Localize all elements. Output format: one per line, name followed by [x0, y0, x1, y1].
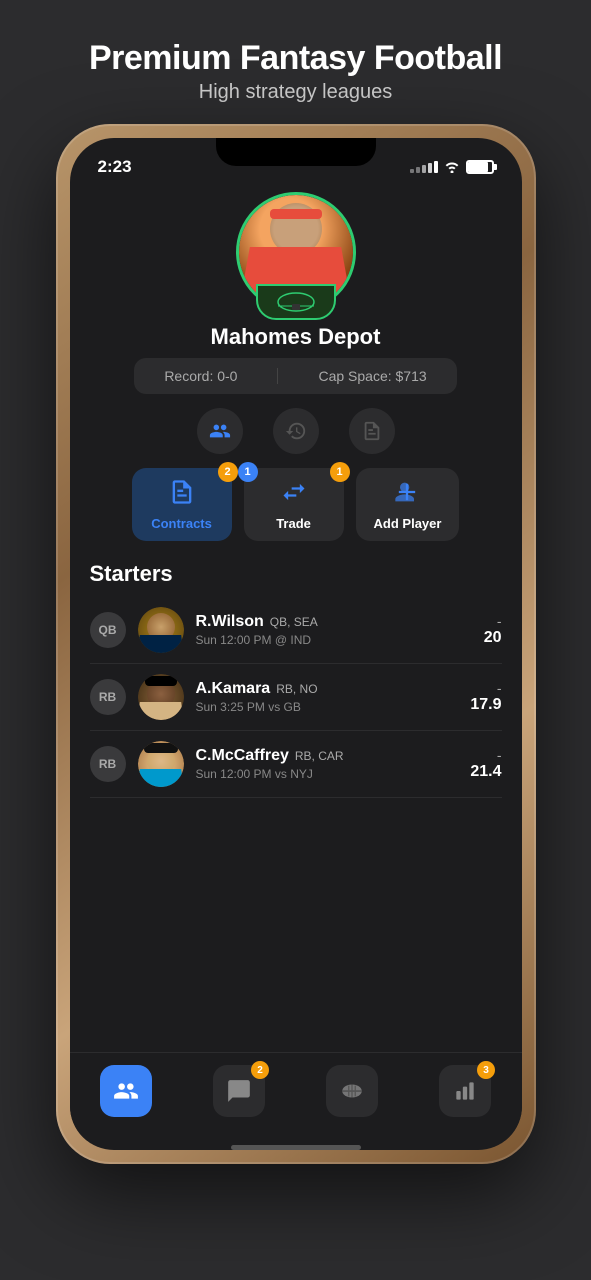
phone-frame: 2:23: [56, 124, 536, 1164]
tab-row: [197, 408, 395, 454]
player-game: Sun 3:25 PM vs GB: [196, 700, 459, 714]
player-pos-team: RB, NO: [276, 682, 317, 696]
add-player-button[interactable]: Add Player: [356, 468, 460, 541]
score-value: 17.9: [470, 696, 501, 714]
position-badge-qb: QB: [90, 612, 126, 648]
trade-label: Trade: [276, 516, 311, 531]
battery-icon: [466, 160, 494, 174]
contracts-button[interactable]: 2 Contracts: [132, 468, 232, 541]
header-subtitle: High strategy leagues: [20, 81, 571, 104]
record-label: Record: 0-0: [164, 368, 237, 384]
player-name: R.Wilson: [196, 613, 264, 631]
notch: [216, 138, 376, 166]
bottom-nav: 2: [70, 1052, 522, 1141]
info-bar: Record: 0-0 Cap Space: $713: [134, 358, 456, 394]
player-avatar-mccaffrey: [138, 741, 184, 787]
player-name: A.Kamara: [196, 680, 271, 698]
player-pos-team: QB, SEA: [270, 615, 318, 629]
profile-section: Mahomes Depot Record: 0-0 Cap Space: $71…: [70, 182, 522, 561]
add-player-label: Add Player: [374, 516, 442, 531]
player-info-wilson: R.Wilson QB, SEA Sun 12:00 PM @ IND: [196, 613, 472, 647]
contracts-icon: [168, 478, 196, 512]
stats-badge: 3: [477, 1061, 495, 1079]
player-row[interactable]: QB R.Wilson QB, SEA Sun 12:00 PM @ IND: [90, 597, 502, 664]
score-value: 21.4: [470, 763, 501, 781]
player-info-mccaffrey: C.McCaffrey RB, CAR Sun 12:00 PM vs NYJ: [196, 747, 459, 781]
position-badge-rb2: RB: [90, 746, 126, 782]
chat-badge: 2: [251, 1061, 269, 1079]
contracts-badge: 2: [218, 462, 238, 482]
score-value: 20: [484, 629, 502, 647]
tab-history[interactable]: [273, 408, 319, 454]
nav-item-football[interactable]: [296, 1061, 409, 1121]
nav-bg-chat: 2: [213, 1065, 265, 1117]
trade-icon: [280, 478, 308, 512]
nav-bg-stats: 3: [439, 1065, 491, 1117]
player-row[interactable]: RB A.Kamara RB, NO Sun 3:25 PM: [90, 664, 502, 731]
starters-section: Starters QB R.Wilson QB, SEA: [70, 561, 522, 1052]
helmet-decoration: [256, 284, 336, 320]
cap-space-label: Cap Space: $713: [318, 368, 426, 384]
contracts-label: Contracts: [151, 516, 212, 531]
player-avatar-kamara: [138, 674, 184, 720]
phone-content: Mahomes Depot Record: 0-0 Cap Space: $71…: [70, 182, 522, 1150]
info-divider: [277, 368, 278, 384]
score-dash: -: [470, 747, 501, 763]
nav-item-team[interactable]: [70, 1061, 183, 1121]
player-row[interactable]: RB C.McCaffrey RB, CAR Sun 12:: [90, 731, 502, 798]
player-pos-team: RB, CAR: [295, 749, 344, 763]
avatar: [236, 192, 356, 312]
wifi-icon: [444, 161, 460, 173]
trade-badge-right: 1: [330, 462, 350, 482]
header-title: Premium Fantasy Football: [20, 40, 571, 77]
tab-roster[interactable]: [349, 408, 395, 454]
player-name: C.McCaffrey: [196, 747, 289, 765]
position-badge-rb1: RB: [90, 679, 126, 715]
add-player-icon: [393, 478, 421, 512]
score-dash: -: [484, 613, 502, 629]
header-section: Premium Fantasy Football High strategy l…: [0, 0, 591, 124]
nav-item-stats[interactable]: 3: [409, 1061, 522, 1121]
player-game: Sun 12:00 PM @ IND: [196, 633, 472, 647]
team-name: Mahomes Depot: [211, 324, 381, 350]
status-time: 2:23: [98, 157, 132, 177]
player-score-wilson: - 20: [484, 613, 502, 647]
player-score-kamara: - 17.9: [470, 680, 501, 714]
action-row: 2 Contracts 1 1: [112, 468, 480, 541]
phone-screen: 2:23: [70, 138, 522, 1150]
player-game: Sun 12:00 PM vs NYJ: [196, 767, 459, 781]
score-dash: -: [470, 680, 501, 696]
trade-button[interactable]: 1 1 Trade: [244, 468, 344, 541]
trade-badge-left: 1: [238, 462, 258, 482]
signal-icon: [410, 161, 438, 173]
starters-title: Starters: [90, 561, 502, 587]
nav-bg-team: [100, 1065, 152, 1117]
home-indicator: [231, 1145, 361, 1150]
tab-team[interactable]: [197, 408, 243, 454]
nav-item-chat[interactable]: 2: [183, 1061, 296, 1121]
player-score-mccaffrey: - 21.4: [470, 747, 501, 781]
player-avatar-wilson: [138, 607, 184, 653]
status-icons: [410, 160, 494, 174]
player-info-kamara: A.Kamara RB, NO Sun 3:25 PM vs GB: [196, 680, 459, 714]
nav-bg-football: [326, 1065, 378, 1117]
